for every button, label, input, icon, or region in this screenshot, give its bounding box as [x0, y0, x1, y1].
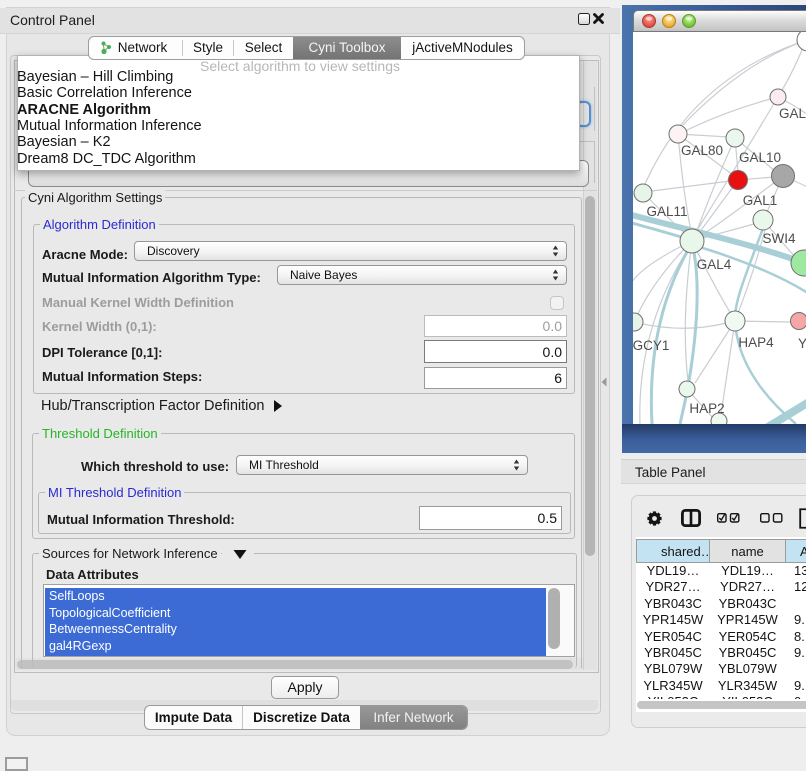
svg-text:GAL1: GAL1	[743, 193, 778, 208]
svg-text:HAP2: HAP2	[689, 401, 724, 416]
svg-text:HAP4: HAP4	[738, 335, 774, 350]
svg-text:GCY1: GCY1	[633, 338, 669, 353]
svg-text:GAL11: GAL11	[646, 204, 687, 219]
svg-text:YM: YM	[798, 336, 806, 351]
svg-text:SWI4: SWI4	[762, 231, 795, 246]
svg-text:GAL2: GAL2	[779, 106, 806, 121]
svg-text:GAL10: GAL10	[739, 150, 781, 165]
svg-text:GAL4: GAL4	[697, 257, 732, 272]
svg-text:GAL80: GAL80	[681, 143, 723, 158]
